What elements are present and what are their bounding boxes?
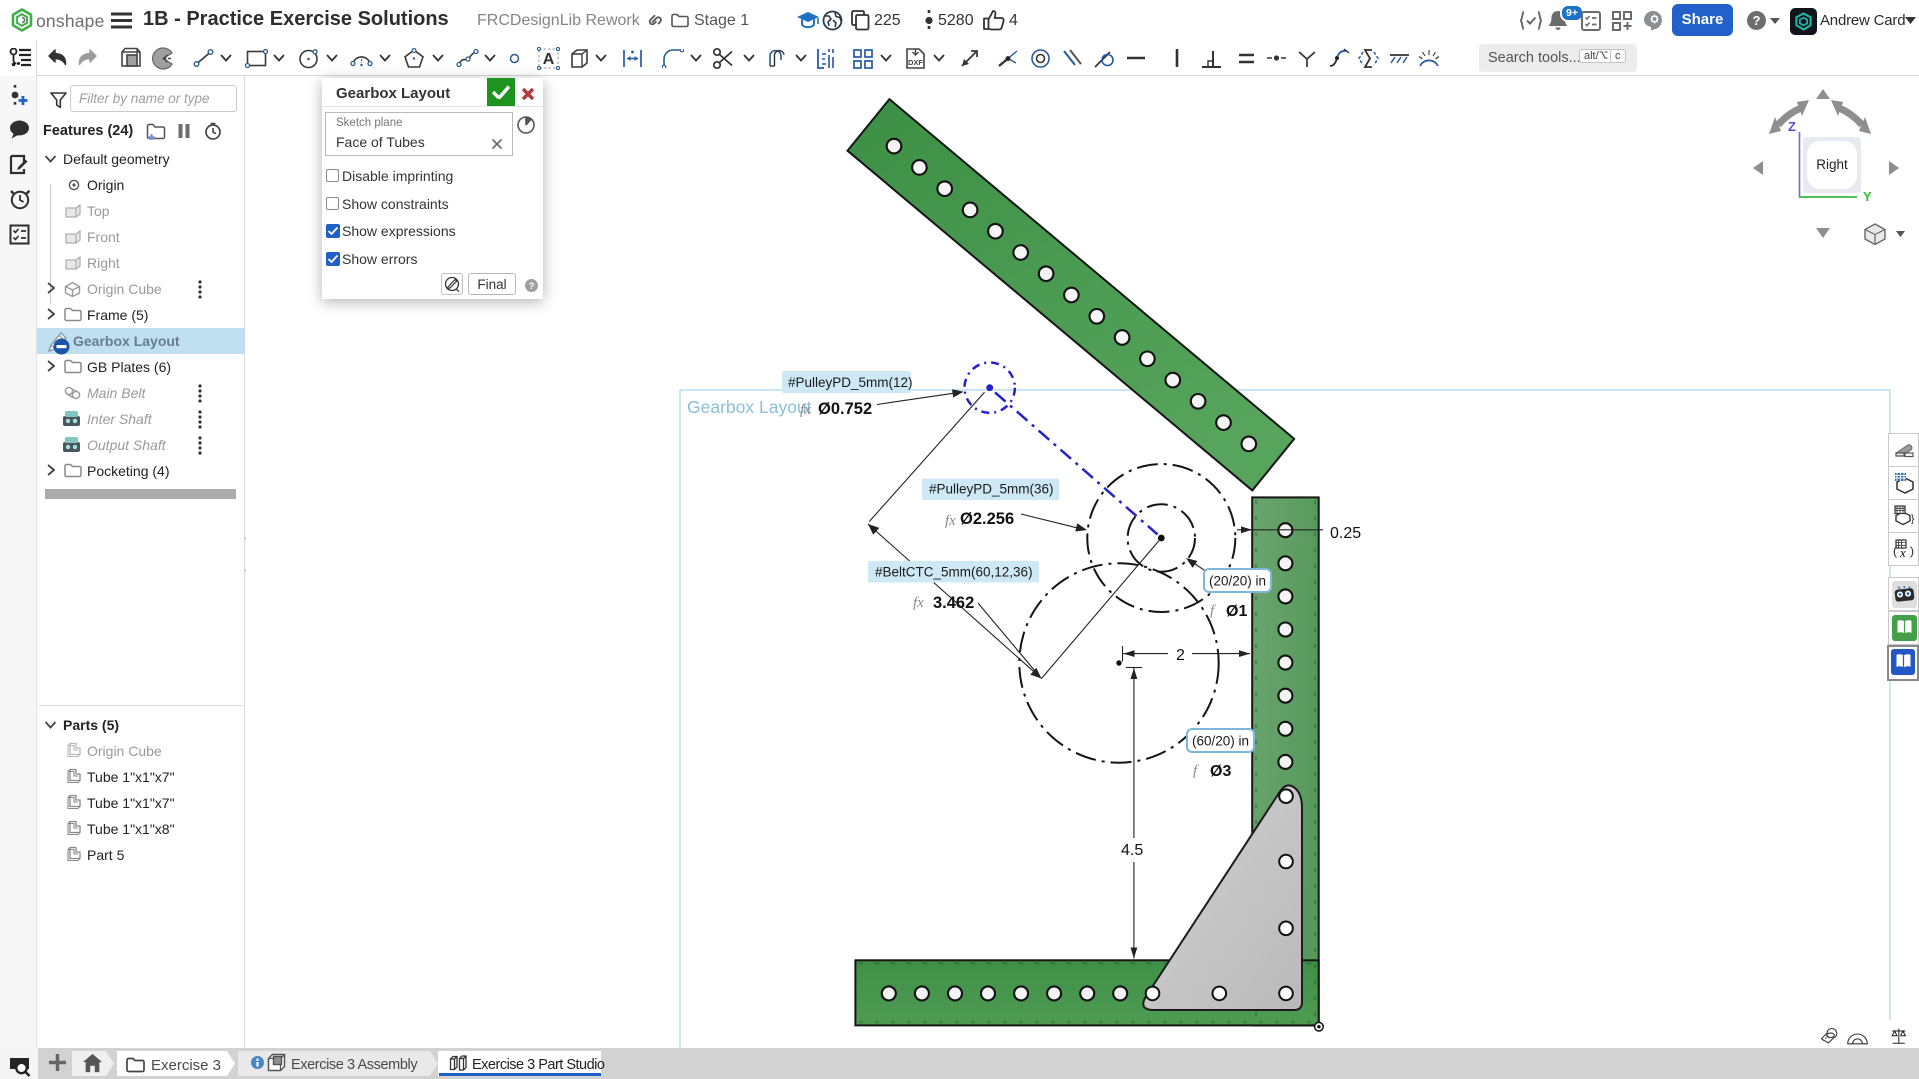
svg-text:#PulleyPD_5mm(12): #PulleyPD_5mm(12) bbox=[788, 375, 913, 390]
svg-text:#BeltCTC_5mm(60,12,36): #BeltCTC_5mm(60,12,36) bbox=[875, 565, 1033, 580]
svg-text:fx: fx bbox=[913, 595, 924, 611]
svg-text:0.25: 0.25 bbox=[1330, 525, 1361, 542]
svg-text:?: ? bbox=[1753, 13, 1761, 28]
svg-text:A: A bbox=[543, 51, 555, 68]
svg-text:f: f bbox=[1210, 603, 1216, 619]
svg-text:(: ( bbox=[1893, 544, 1897, 558]
svg-text:Y: Y bbox=[1863, 189, 1872, 204]
svg-text:}: } bbox=[1911, 514, 1915, 525]
svg-text:Ø3: Ø3 bbox=[1210, 763, 1231, 780]
svg-text:): ) bbox=[1910, 544, 1914, 558]
svg-text:Gearbox Layout: Gearbox Layout bbox=[687, 397, 812, 417]
svg-text:#PulleyPD_5mm(36): #PulleyPD_5mm(36) bbox=[929, 482, 1054, 497]
svg-text:f: f bbox=[1193, 763, 1199, 779]
svg-text:fx: fx bbox=[945, 513, 956, 529]
svg-text:?: ? bbox=[529, 281, 535, 292]
svg-text:2: 2 bbox=[1176, 647, 1185, 664]
svg-text:4.5: 4.5 bbox=[1121, 842, 1143, 859]
svg-text:fx: fx bbox=[800, 402, 811, 418]
svg-text:Ø1: Ø1 bbox=[1226, 603, 1247, 620]
svg-text:(60/20) in: (60/20) in bbox=[1192, 734, 1249, 749]
svg-text:Ø0.752: Ø0.752 bbox=[818, 400, 872, 418]
svg-text:3.462: 3.462 bbox=[933, 594, 974, 612]
svg-text:x: x bbox=[1899, 545, 1906, 560]
svg-text:(20/20) in: (20/20) in bbox=[1209, 574, 1266, 589]
svg-text:Z: Z bbox=[1788, 119, 1796, 134]
svg-text:DXF: DXF bbox=[908, 58, 923, 67]
svg-text:Ø2.256: Ø2.256 bbox=[960, 510, 1014, 528]
